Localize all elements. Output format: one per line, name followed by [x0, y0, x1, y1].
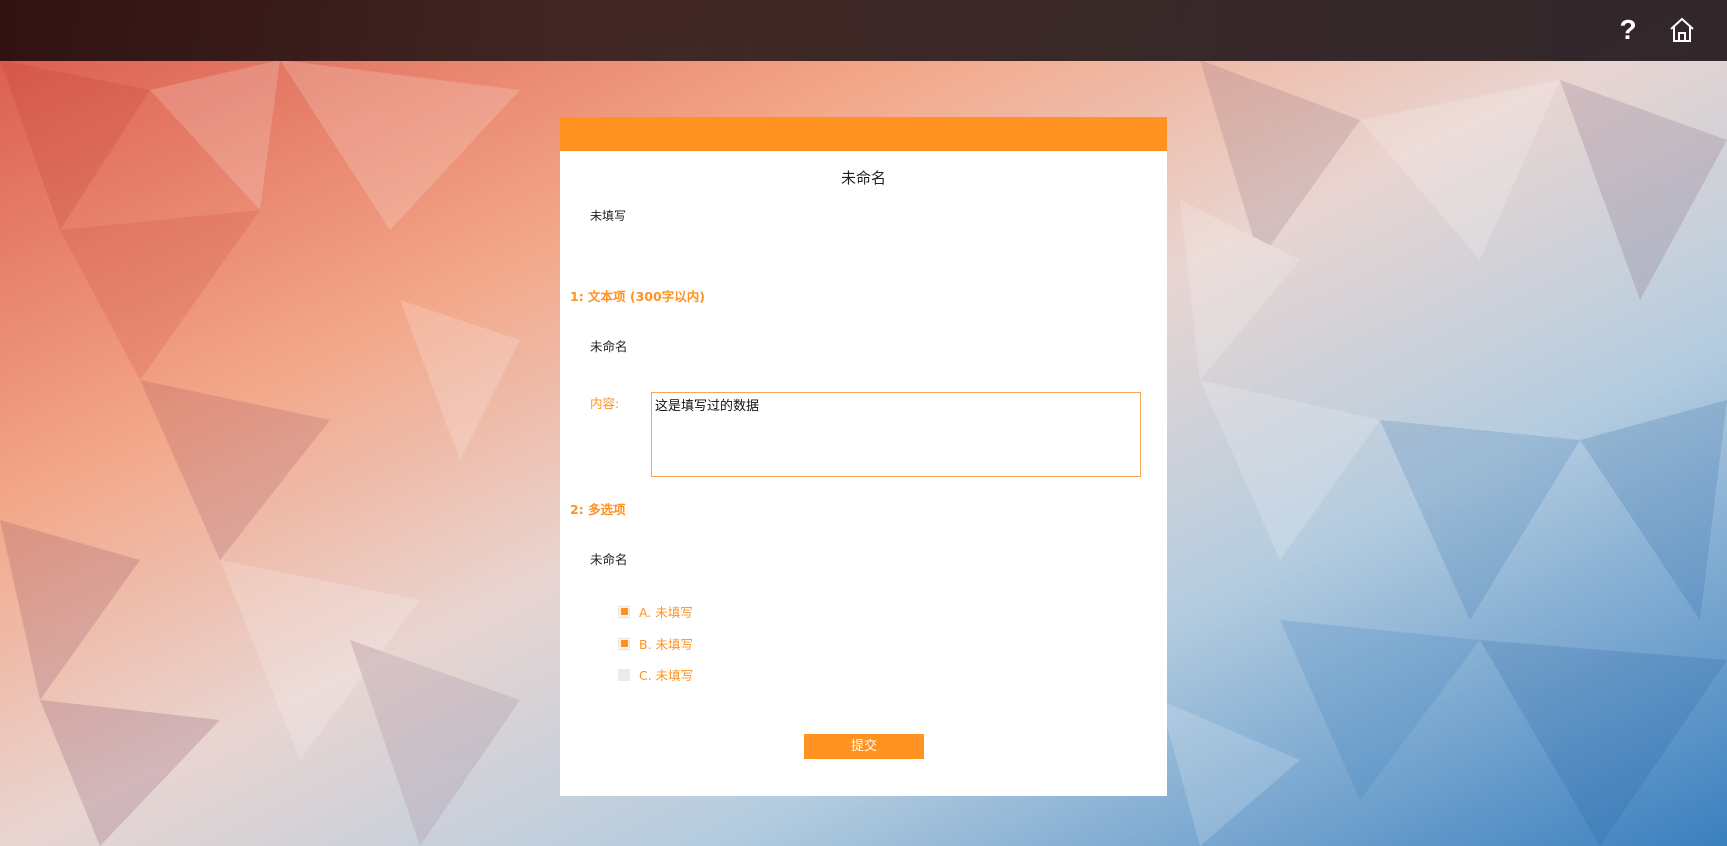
option-a-label: A. 未填写 [639, 605, 693, 620]
question-2-name: 未命名 [590, 552, 628, 567]
option-a[interactable]: A. 未填写 [618, 602, 693, 621]
option-c-label: C. 未填写 [639, 668, 694, 683]
question-1-name: 未命名 [590, 339, 628, 354]
option-c-checkbox[interactable] [618, 668, 630, 681]
top-bar: ? [0, 0, 1727, 61]
content-textarea[interactable]: 这是填写过的数据 [651, 392, 1141, 477]
option-b-label: B. 未填写 [639, 637, 694, 652]
form-title: 未命名 [840, 169, 886, 187]
home-icon[interactable] [1666, 14, 1698, 46]
option-b[interactable]: B. 未填写 [618, 634, 693, 653]
submit-button[interactable]: 提交 [804, 734, 924, 759]
form-description: 未填写 [590, 209, 627, 223]
question-1-label: 1: 文本项 (300字以内) [570, 289, 705, 304]
option-a-checkbox[interactable] [618, 605, 630, 618]
form-card: 未命名 未填写 1: 文本项 (300字以内) 未命名 内容: 这是填写过的数据… [560, 117, 1167, 796]
content-label: 内容: [590, 396, 620, 411]
option-c[interactable]: C. 未填写 [618, 665, 693, 684]
option-b-checkbox[interactable] [618, 637, 630, 650]
question-2-label: 2: 多选项 [570, 502, 626, 517]
form-card-header [560, 117, 1167, 151]
help-icon[interactable]: ? [1612, 14, 1644, 46]
